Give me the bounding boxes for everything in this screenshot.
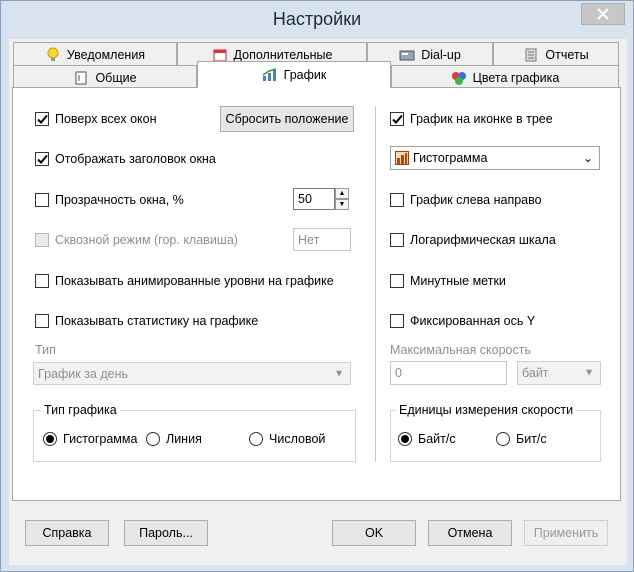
fixed-y-checkbox[interactable]: Фиксированная ось Y	[390, 314, 535, 328]
radio-bytes[interactable]: Байт/с	[398, 432, 456, 446]
radio-numeric[interactable]: Числовой	[249, 432, 325, 446]
chart-icon	[262, 67, 278, 83]
tab-label: Цвета графика	[472, 70, 560, 85]
checkbox-box[interactable]	[390, 314, 404, 328]
tab-label: График	[283, 68, 327, 82]
window-title: Настройки	[272, 9, 362, 29]
checkbox-label: Фиксированная ось Y	[410, 314, 536, 328]
always-on-top-checkbox[interactable]: Поверх всех окон	[35, 112, 157, 126]
radio-histogram[interactable]: Гистограмма	[43, 432, 137, 446]
checkbox-label: Сквозной режим (гор. клавиша)	[55, 233, 238, 247]
log-scale-checkbox[interactable]: Логарифмическая шкала	[390, 233, 556, 247]
radio-label: Линия	[166, 432, 202, 446]
checkbox-label: Логарифмическая шкала	[410, 233, 556, 247]
select-value: байт	[522, 366, 549, 380]
apply-button[interactable]: Применить	[524, 520, 608, 546]
close-icon	[597, 8, 609, 20]
show-caption-checkbox[interactable]: Отображать заголовок окна	[35, 152, 216, 166]
ok-button[interactable]: OK	[332, 520, 416, 546]
tab-chart[interactable]: График	[197, 61, 391, 88]
checkbox-box[interactable]	[35, 314, 49, 328]
checkbox-box[interactable]	[390, 274, 404, 288]
chevron-down-icon: ▼	[334, 368, 344, 379]
lightbulb-icon	[45, 47, 61, 63]
title-bar[interactable]: Настройки	[1, 1, 633, 39]
tray-chart-checkbox[interactable]: График на иконке в трее	[390, 112, 553, 126]
radio-circle[interactable]	[398, 432, 412, 446]
radio-bits[interactable]: Бит/с	[496, 432, 547, 446]
radio-label: Числовой	[269, 432, 326, 446]
radio-circle[interactable]	[249, 432, 263, 446]
type-select[interactable]: График за день ▼	[33, 362, 351, 385]
checkbox-label: График на иконке в трее	[410, 112, 553, 126]
checkbox-box[interactable]	[35, 193, 49, 207]
animated-levels-checkbox[interactable]: Показывать анимированные уровни на графи…	[35, 274, 334, 288]
radio-circle[interactable]	[43, 432, 57, 446]
show-stats-checkbox[interactable]: Показывать статистику на графике	[35, 314, 258, 328]
max-speed-unit-select[interactable]: байт ▼	[517, 361, 601, 385]
checkbox-label: Показывать анимированные уровни на графи…	[55, 274, 334, 288]
chevron-down-icon: ⌄	[582, 151, 593, 165]
group-title: Единицы измерения скорости	[396, 403, 577, 417]
column-divider	[375, 106, 376, 462]
spin-up-button[interactable]: ▲	[335, 188, 349, 199]
reset-position-button[interactable]: Сбросить положение	[220, 106, 354, 132]
tab-label: Дополнительные	[233, 47, 333, 62]
checkbox-label: Показывать статистику на графике	[55, 314, 259, 328]
checkbox-label: Минутные метки	[410, 274, 506, 288]
chart-settings-panel: Поверх всех окон Сбросить положение Отоб…	[12, 87, 621, 501]
max-speed-label: Максимальная скорость	[390, 343, 531, 357]
spin-down-button[interactable]: ▼	[335, 199, 349, 210]
palette-icon	[451, 70, 467, 86]
radio-label: Гистограмма	[63, 432, 138, 446]
help-button[interactable]: Справка	[25, 520, 109, 546]
radio-label: Байт/с	[418, 432, 456, 446]
general-icon	[73, 70, 89, 86]
tab-notifications[interactable]: Уведомления	[13, 42, 177, 66]
checkbox-box[interactable]	[390, 193, 404, 207]
transparency-input[interactable]: 50	[293, 188, 335, 210]
tab-general[interactable]: Общие	[13, 65, 197, 89]
tab-chart-colors[interactable]: Цвета графика	[391, 65, 619, 89]
histogram-icon	[395, 151, 409, 165]
tab-label: Уведомления	[66, 47, 146, 62]
radio-line[interactable]: Линия	[146, 432, 202, 446]
tab-label: Отчеты	[545, 47, 589, 62]
type-label: Тип	[35, 343, 56, 357]
select-value: График за день	[38, 366, 128, 381]
tab-label: Общие	[95, 70, 137, 85]
settings-window: Настройки Уведомления Дополнительные Dia…	[0, 0, 634, 572]
cancel-button[interactable]: Отмена	[428, 520, 512, 546]
radio-label: Бит/с	[516, 432, 547, 446]
checkbox-box[interactable]	[35, 233, 49, 247]
modem-icon	[399, 47, 415, 63]
password-button[interactable]: Пароль...	[124, 520, 208, 546]
chevron-down-icon: ▼	[584, 367, 594, 379]
checkbox-box[interactable]	[35, 112, 49, 126]
checkbox-box[interactable]	[35, 274, 49, 288]
checkbox-label: Отображать заголовок окна	[55, 152, 216, 166]
tray-chart-type-select[interactable]: Гистограмма ⌄	[390, 146, 600, 170]
radio-circle[interactable]	[146, 432, 160, 446]
checkbox-box[interactable]	[390, 112, 404, 126]
radio-circle[interactable]	[496, 432, 510, 446]
group-title: Тип графика	[41, 403, 120, 417]
max-speed-input[interactable]: 0	[390, 361, 507, 385]
checkbox-label: График слева направо	[410, 193, 542, 207]
hotkey-field[interactable]: Нет	[293, 228, 351, 251]
report-icon	[523, 47, 539, 63]
tab-label: Dial-up	[421, 47, 461, 62]
close-button[interactable]	[581, 3, 625, 25]
click-through-checkbox[interactable]: Сквозной режим (гор. клавиша)	[35, 233, 238, 247]
tab-reports[interactable]: Отчеты	[493, 42, 619, 66]
select-value: Гистограмма	[413, 151, 488, 165]
left-to-right-checkbox[interactable]: График слева направо	[390, 193, 542, 207]
checkbox-box[interactable]	[35, 152, 49, 166]
minute-marks-checkbox[interactable]: Минутные метки	[390, 274, 506, 288]
transparency-checkbox[interactable]: Прозрачность окна, %	[35, 193, 184, 207]
checkbox-label: Поверх всех окон	[55, 112, 157, 126]
checkbox-box[interactable]	[390, 233, 404, 247]
checkbox-label: Прозрачность окна, %	[55, 193, 184, 207]
